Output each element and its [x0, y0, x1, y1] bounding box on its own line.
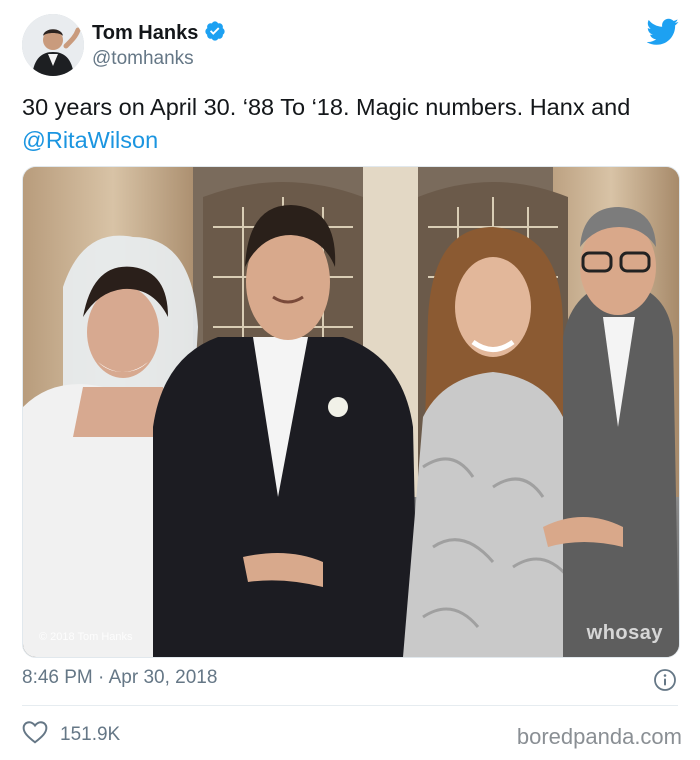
photo-watermark-whosay: whosay: [586, 622, 663, 644]
avatar[interactable]: [22, 14, 84, 76]
mention-link[interactable]: @RitaWilson: [22, 127, 158, 153]
tweet-timestamp[interactable]: 8:46 PM · Apr 30, 2018: [22, 667, 217, 689]
verified-badge-icon: [204, 20, 226, 47]
like-action[interactable]: 151.9K: [22, 720, 120, 749]
heart-icon[interactable]: [22, 720, 48, 749]
user-name[interactable]: Tom Hanks: [92, 22, 198, 45]
tweet-text-body: 30 years on April 30. ‘88 To ‘18. Magic …: [22, 94, 631, 120]
user-name-row[interactable]: Tom Hanks: [92, 20, 226, 47]
tweet-card: Tom Hanks @tomhanks 30 years on April 30…: [0, 0, 700, 760]
twitter-bird-icon[interactable]: [646, 18, 679, 46]
tweet-photo[interactable]: © 2018 Tom Hanks whosay: [22, 166, 680, 658]
photo-illustration: [23, 167, 679, 657]
photo-watermark-copyright: © 2018 Tom Hanks: [39, 631, 133, 643]
tweet-text: 30 years on April 30. ‘88 To ‘18. Magic …: [22, 91, 682, 157]
user-handle[interactable]: @tomhanks: [92, 48, 194, 70]
source-watermark: boredpanda.com: [516, 724, 682, 749]
info-icon[interactable]: [653, 668, 677, 692]
likes-count: 151.9K: [60, 723, 121, 745]
divider: [22, 705, 678, 706]
